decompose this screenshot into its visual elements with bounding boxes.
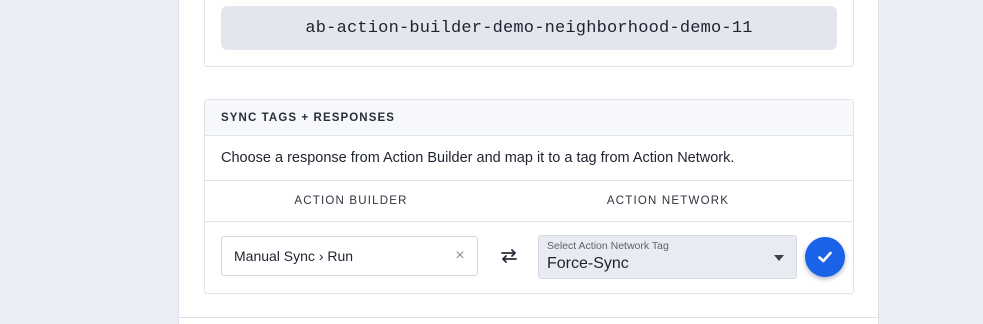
column-headers: ACTION BUILDER ACTION NETWORK xyxy=(205,181,853,222)
selected-tag-value: Force-Sync xyxy=(547,255,629,272)
action-network-tag-select[interactable]: Select Action Network Tag Force-Sync xyxy=(538,235,797,279)
confirm-mapping-button[interactable] xyxy=(805,237,845,277)
caret-down-icon[interactable] xyxy=(774,255,784,261)
section-description: Choose a response from Action Builder an… xyxy=(205,136,853,181)
swap-arrows-icon xyxy=(501,249,517,263)
main-panel: ab-action-builder-demo-neighborhood-demo… xyxy=(178,0,879,324)
action-builder-response-value: Manual Sync › Run xyxy=(234,248,354,264)
slug-card: ab-action-builder-demo-neighborhood-demo… xyxy=(204,0,854,67)
column-header-action-network: ACTION NETWORK xyxy=(606,195,730,207)
sync-tags-card: SYNC TAGS + RESPONSES Choose a response … xyxy=(204,99,854,294)
checkmark-icon xyxy=(818,251,832,263)
slug-field: ab-action-builder-demo-neighborhood-demo… xyxy=(221,6,837,50)
mapping-row: Manual Sync › Run × Select Action Networ… xyxy=(205,222,853,294)
column-header-action-builder: ACTION BUILDER xyxy=(294,195,408,207)
section-title: SYNC TAGS + RESPONSES xyxy=(205,100,853,136)
action-builder-response-input[interactable]: Manual Sync › Run × xyxy=(221,236,478,276)
select-label: Select Action Network Tag xyxy=(547,240,669,252)
slug-value: ab-action-builder-demo-neighborhood-demo… xyxy=(305,18,753,38)
close-icon[interactable]: × xyxy=(451,247,469,265)
section-divider xyxy=(179,317,878,318)
